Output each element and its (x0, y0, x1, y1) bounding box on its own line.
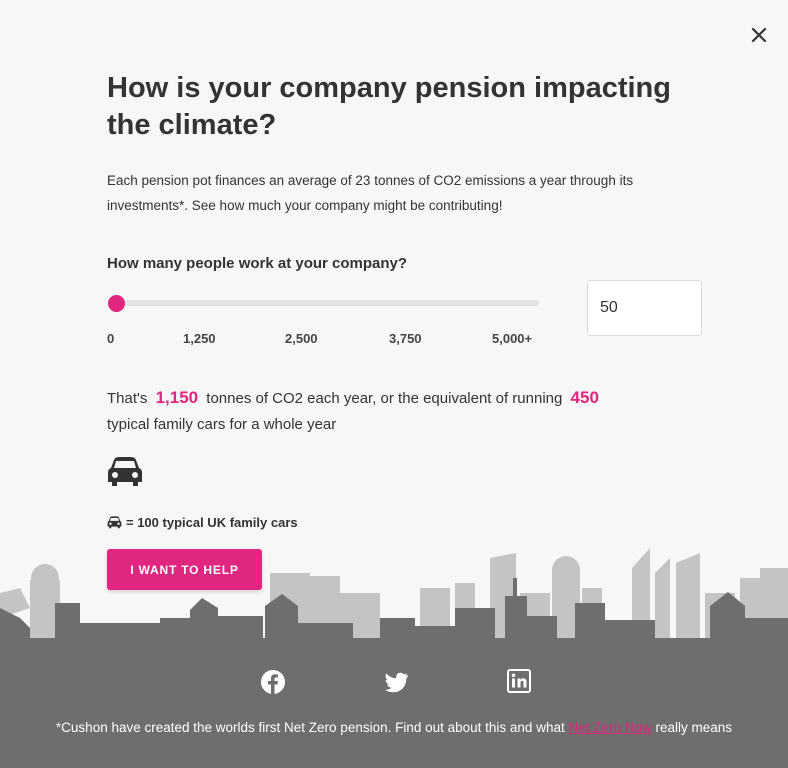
result-middle: tonnes of CO2 each year, or the equivale… (206, 390, 563, 407)
slider-tick-label: 2,500 (285, 331, 318, 346)
intro-text: Each pension pot finances an average of … (107, 173, 634, 213)
employee-count-input[interactable] (587, 280, 702, 336)
slider-tick-label: 3,750 (389, 331, 422, 346)
slider-tick-label: 5,000+ (492, 331, 533, 346)
employee-slider-track[interactable] (110, 300, 539, 306)
result-prefix: That's (107, 390, 148, 407)
cars-value: 450 (570, 388, 599, 407)
car-icon (107, 456, 143, 493)
result-text: That's 1,150 tonnes of CO2 each year, or… (107, 385, 667, 438)
linkedin-icon (507, 669, 531, 693)
facebook-share-button[interactable] (260, 669, 286, 695)
close-icon (751, 27, 767, 43)
car-legend: = 100 typical UK family cars (107, 515, 298, 530)
car-legend-text: = 100 typical UK family cars (126, 515, 298, 530)
employee-slider-thumb[interactable] (108, 295, 126, 312)
page-title: How is your company pension impacting th… (107, 72, 671, 141)
footer-note-text: *Cushon have created the worlds first Ne… (55, 720, 565, 735)
slider-tick-label: 1,250 (183, 331, 216, 346)
close-button[interactable] (748, 24, 770, 46)
twitter-icon (384, 672, 408, 693)
twitter-share-button[interactable] (384, 669, 410, 695)
result-suffix: typical family cars for a whole year (107, 416, 337, 433)
slider-tick-label: 0 (107, 331, 115, 346)
footer-note-end: really means (655, 720, 733, 735)
linkedin-share-button[interactable] (507, 669, 533, 695)
footer (0, 640, 788, 768)
employee-count-question: How many people work at your company? (107, 255, 408, 272)
tonnes-value: 1,150 (155, 388, 199, 407)
facebook-icon (261, 670, 285, 694)
footer-note: *Cushon have created the worlds first Ne… (0, 720, 788, 735)
car-icon (107, 516, 122, 529)
net-zero-now-link[interactable]: Net Zero Now (568, 720, 651, 735)
i-want-to-help-button[interactable]: I WANT TO HELP (107, 549, 262, 590)
